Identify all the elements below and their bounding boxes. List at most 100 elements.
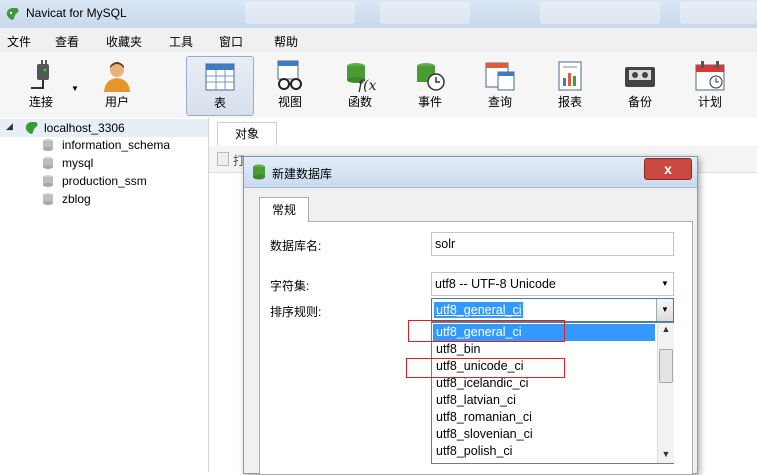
backup-tape-icon	[625, 67, 655, 87]
user-label: 用户	[104, 95, 129, 109]
tree-db-zblog[interactable]: zblog	[0, 190, 208, 208]
option-label: utf8_icelandic_ci	[436, 376, 529, 390]
query-button[interactable]: 查询	[467, 56, 533, 114]
collation-option[interactable]: utf8_romanian_ci	[433, 409, 655, 426]
event-clock-icon	[417, 63, 445, 91]
user-icon	[104, 62, 130, 92]
dialog-title: 新建数据库	[272, 167, 333, 181]
connection-name: localhost_3306	[44, 121, 125, 135]
connect-label: 连接	[28, 95, 53, 109]
backup-button[interactable]: 备份	[607, 56, 673, 114]
dropdown-scrollbar[interactable]: ▲ ▼	[657, 323, 674, 463]
plug-icon	[31, 60, 49, 89]
tree-expand-icon[interactable]: ◢	[6, 121, 13, 132]
collation-option[interactable]: utf8_bin	[433, 341, 655, 358]
open-table-icon[interactable]	[217, 152, 229, 166]
query-icon	[485, 62, 515, 91]
menu-bar: 文件 查看 收藏夹 工具 窗口 帮助	[0, 28, 757, 52]
highlight-annotation-unicode	[406, 358, 565, 378]
mysql-connection-icon	[25, 122, 38, 134]
tree-db-mysql[interactable]: mysql	[0, 154, 208, 172]
close-icon: x	[664, 161, 672, 177]
database-name-input[interactable]: solr	[431, 232, 674, 256]
connection-tree: ◢ localhost_3306 information_schema mysq…	[0, 118, 209, 472]
background-window-tab	[540, 2, 660, 24]
collation-option[interactable]: utf8_latvian_ci	[433, 392, 655, 409]
event-label: 事件	[417, 95, 442, 109]
view-button[interactable]: 视图	[257, 56, 323, 114]
database-name: mysql	[62, 156, 94, 170]
charset-select[interactable]: utf8 -- UTF-8 Unicode ▼	[431, 272, 674, 296]
option-label: utf8_latvian_ci	[436, 393, 516, 407]
database-icon	[253, 164, 265, 180]
menu-file[interactable]: 文件	[7, 33, 31, 50]
calendar-icon	[695, 61, 725, 91]
schedule-label: 计划	[697, 95, 722, 109]
chevron-down-icon[interactable]: ▼	[657, 273, 673, 295]
report-icon	[558, 61, 582, 91]
report-button[interactable]: 报表	[537, 56, 603, 114]
function-icon: f(x)	[347, 63, 376, 92]
menu-view[interactable]: 查看	[55, 33, 79, 50]
backup-label: 备份	[627, 95, 652, 109]
database-name: zblog	[62, 192, 91, 206]
database-name-value: solr	[435, 237, 456, 251]
database-name: production_ssm	[62, 174, 147, 188]
navicat-logo-icon	[6, 8, 19, 20]
scrollbar-thumb[interactable]	[659, 349, 673, 383]
scroll-down-icon[interactable]: ▼	[658, 449, 674, 461]
tree-db-information-schema[interactable]: information_schema	[0, 136, 208, 154]
background-window-tab	[380, 2, 470, 24]
highlight-annotation-general	[408, 320, 565, 342]
view-label: 视图	[277, 95, 302, 109]
view-glasses-icon	[277, 60, 302, 90]
database-icon	[43, 157, 53, 169]
database-icon	[43, 175, 53, 187]
close-button[interactable]: x	[644, 158, 692, 180]
collation-select[interactable]: utf8_general_ci ▼	[431, 298, 674, 322]
user-button[interactable]: 用户	[84, 56, 150, 114]
function-button[interactable]: f(x) 函数	[327, 56, 393, 114]
collation-label: 排序规则:	[270, 305, 322, 319]
collation-option[interactable]: utf8_polish_ci	[433, 443, 655, 460]
menu-favorites[interactable]: 收藏夹	[106, 33, 142, 50]
collation-value: utf8_general_ci	[434, 302, 524, 318]
query-label: 查询	[487, 95, 512, 109]
option-label: utf8_romanian_ci	[436, 410, 532, 424]
function-label: 函数	[347, 95, 372, 109]
svg-text:f(x): f(x)	[357, 78, 376, 92]
database-name: information_schema	[62, 138, 171, 152]
background-window-tab	[245, 2, 355, 24]
event-button[interactable]: 事件	[397, 56, 463, 114]
database-icon	[43, 139, 53, 151]
table-button[interactable]: 表	[186, 56, 254, 116]
menu-tools[interactable]: 工具	[169, 33, 193, 50]
scroll-up-icon[interactable]: ▲	[658, 324, 674, 336]
tab-objects[interactable]: 对象	[217, 122, 277, 145]
chevron-down-icon[interactable]: ▼	[71, 84, 79, 93]
dialog-title-bar: 新建数据库 x	[244, 157, 697, 188]
report-label: 报表	[557, 95, 582, 109]
tab-general[interactable]: 常规	[259, 197, 309, 222]
tree-db-production-ssm[interactable]: production_ssm	[0, 172, 208, 190]
tree-connection-localhost[interactable]: ◢ localhost_3306	[0, 119, 208, 137]
menu-window[interactable]: 窗口	[219, 33, 243, 50]
schedule-button[interactable]: 计划	[677, 56, 743, 114]
charset-value: utf8 -- UTF-8 Unicode	[435, 277, 556, 291]
option-label: utf8_slovenian_ci	[436, 427, 533, 441]
collation-option[interactable]: utf8_slovenian_ci	[433, 426, 655, 443]
window-title-bar: Navicat for MySQL	[0, 0, 757, 28]
connect-button[interactable]: 连接 ▼	[8, 56, 79, 114]
chevron-down-icon[interactable]: ▼	[656, 299, 673, 321]
charset-label: 字符集:	[270, 279, 310, 293]
table-icon	[205, 63, 235, 91]
new-database-dialog: 新建数据库 x 常规 数据库名: solr 字符集: utf8 -- UTF-8…	[243, 156, 698, 475]
window-title: Navicat for MySQL	[26, 6, 127, 20]
option-label: utf8_bin	[436, 342, 481, 356]
table-label: 表	[213, 96, 226, 110]
database-name-label: 数据库名:	[270, 239, 322, 253]
database-icon	[43, 193, 53, 205]
option-label: utf8_polish_ci	[436, 444, 513, 458]
collation-dropdown-list: utf8_general_ci utf8_bin utf8_unicode_ci…	[431, 322, 674, 464]
menu-help[interactable]: 帮助	[274, 33, 298, 50]
